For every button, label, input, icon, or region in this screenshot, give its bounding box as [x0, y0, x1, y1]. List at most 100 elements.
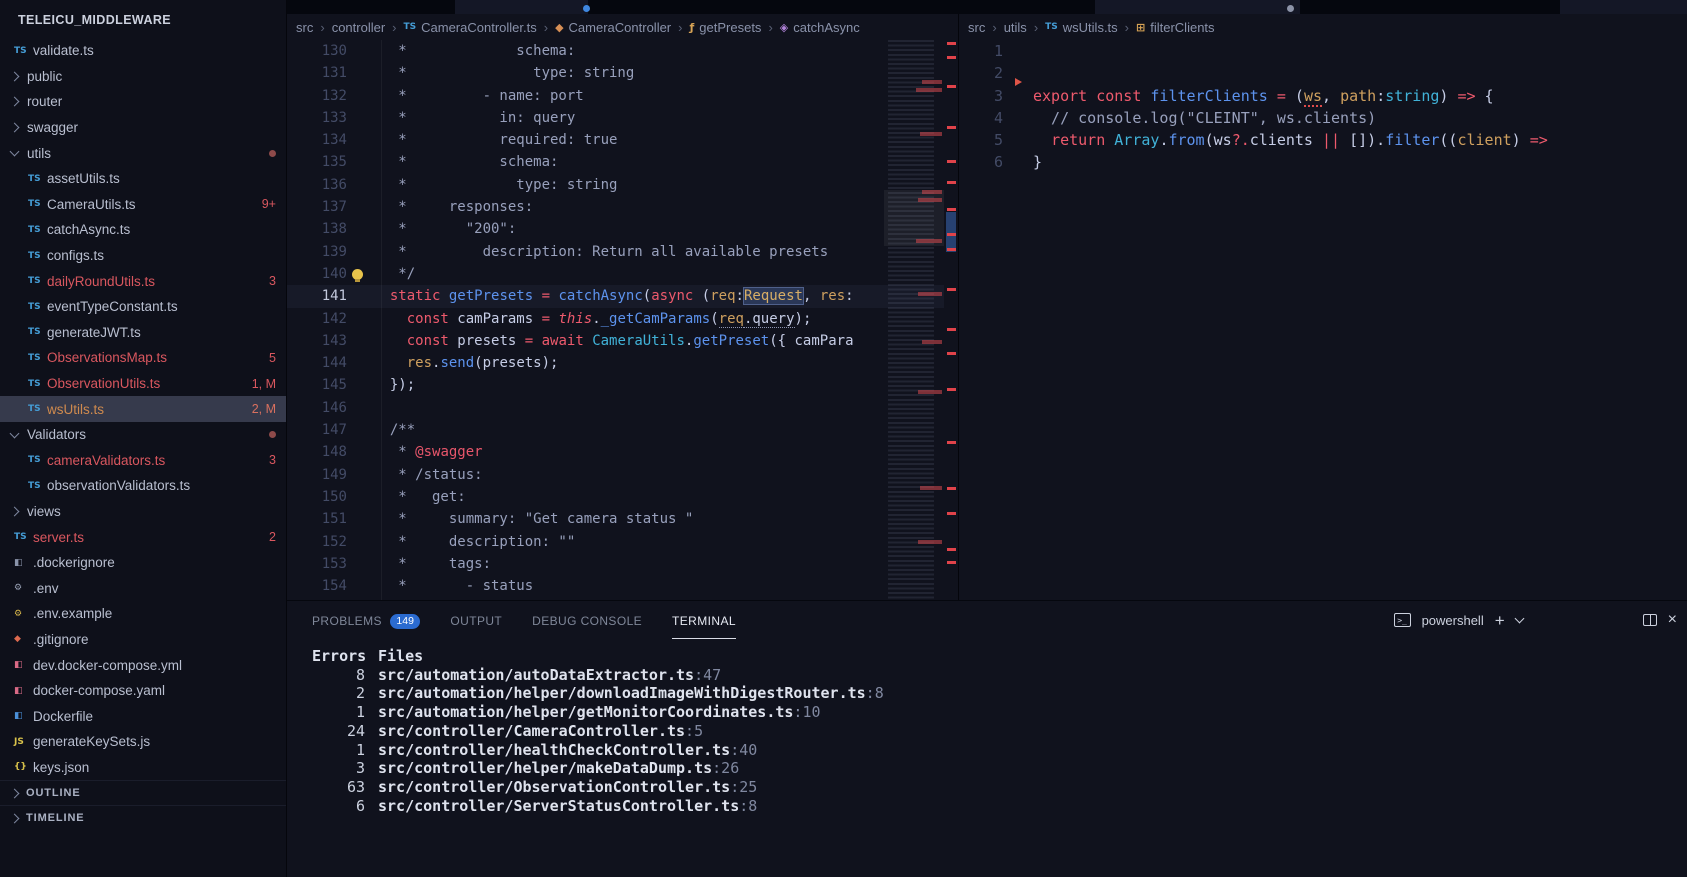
explorer-item-keys-json[interactable]: {}keys.json: [0, 755, 286, 781]
explorer-item-catchasync-ts[interactable]: TScatchAsync.ts: [0, 217, 286, 243]
breadcrumb-item[interactable]: ⊞filterClients: [1136, 20, 1215, 35]
file-link[interactable]: src/controller/healthCheckController.ts:…: [378, 741, 757, 760]
line-number[interactable]: 130: [287, 40, 347, 62]
code-line-145[interactable]: 145 });: [287, 374, 958, 396]
explorer-item-observationvalidators-ts[interactable]: TSobservationValidators.ts: [0, 473, 286, 499]
explorer-item-camerautils-ts[interactable]: TSCameraUtils.ts9+: [0, 192, 286, 218]
code-line-152[interactable]: 152 * description: "": [287, 531, 958, 553]
line-number[interactable]: 150: [287, 486, 347, 508]
panel-tab-problems[interactable]: PROBLEMS149: [312, 601, 420, 639]
breadcrumb-item[interactable]: TSCameraController.ts: [404, 20, 537, 35]
active-tab-partial[interactable]: [1560, 0, 1687, 14]
breadcrumb-item[interactable]: TSwsUtils.ts: [1045, 20, 1118, 35]
breadcrumb-item[interactable]: ◆CameraController: [555, 20, 671, 35]
file-link[interactable]: src/automation/helper/getMonitorCoordina…: [378, 703, 821, 722]
code-line-144[interactable]: 144 res.send(presets);: [287, 352, 958, 374]
explorer-item-eventtypeconstant-ts[interactable]: TSeventTypeConstant.ts: [0, 294, 286, 320]
explorer-item-docker-compose-yaml[interactable]: ◧docker-compose.yaml: [0, 678, 286, 704]
line-number[interactable]: 144: [287, 352, 347, 374]
breadcrumb-item[interactable]: utils: [1004, 20, 1027, 35]
explorer-item-observationsmap-ts[interactable]: TSObservationsMap.ts5: [0, 345, 286, 371]
tab-close-dot[interactable]: [1287, 5, 1294, 12]
line-number[interactable]: 153: [287, 553, 347, 575]
code-line-142[interactable]: 142 const camParams = this._getCamParams…: [287, 308, 958, 330]
explorer-item-dev-docker-compose-yml[interactable]: ◧dev.docker-compose.yml: [0, 652, 286, 678]
lightbulb-icon[interactable]: [352, 269, 363, 280]
code-line-4[interactable]: 4 // console.log("CLEINT", ws.clients): [959, 107, 1687, 129]
panel-tab-output[interactable]: OUTPUT: [450, 601, 502, 639]
line-number[interactable]: 141: [287, 285, 347, 307]
explorer-item-configs-ts[interactable]: TSconfigs.ts: [0, 243, 286, 269]
line-number[interactable]: 137: [287, 196, 347, 218]
line-number[interactable]: 134: [287, 129, 347, 151]
breadcrumb-item[interactable]: src: [296, 20, 313, 35]
code-line-135[interactable]: 135 * schema:: [287, 151, 958, 173]
panel-tab-debug-console[interactable]: DEBUG CONSOLE: [532, 601, 642, 639]
code-line-3[interactable]: 3export const filterClients = (ws, path:…: [959, 85, 1687, 107]
explorer-item--env[interactable]: ⚙.env: [0, 575, 286, 601]
explorer-item-server-ts[interactable]: TSserver.ts2: [0, 524, 286, 550]
close-panel-button[interactable]: ×: [1668, 612, 1677, 628]
minimap[interactable]: [884, 40, 944, 600]
split-terminal-icon[interactable]: [1643, 614, 1657, 626]
line-number[interactable]: 1: [959, 40, 1003, 62]
code-line-1[interactable]: 1: [959, 40, 1687, 62]
line-number[interactable]: 136: [287, 174, 347, 196]
line-number[interactable]: 147: [287, 419, 347, 441]
explorer-item-dailyroundutils-ts[interactable]: TSdailyRoundUtils.ts3: [0, 268, 286, 294]
explorer-item-dockerfile[interactable]: ◧Dockerfile: [0, 703, 286, 729]
code-area[interactable]: 130 * schema:131 * type: string132 * - n…: [287, 40, 958, 600]
code-line-139[interactable]: 139 * description: Return all available …: [287, 241, 958, 263]
line-number[interactable]: 132: [287, 85, 347, 107]
line-number[interactable]: 133: [287, 107, 347, 129]
line-number[interactable]: 145: [287, 374, 347, 396]
file-link[interactable]: src/controller/ServerStatusController.ts…: [378, 797, 757, 816]
shell-dropdown-chevron-icon[interactable]: [1514, 614, 1524, 624]
line-number[interactable]: 138: [287, 218, 347, 240]
line-number[interactable]: 152: [287, 531, 347, 553]
line-number[interactable]: 135: [287, 151, 347, 173]
breadcrumb-item[interactable]: ◈catchAsync: [780, 20, 860, 35]
file-link[interactable]: src/automation/autoDataExtractor.ts:47: [378, 666, 721, 685]
code-line-150[interactable]: 150 * get:: [287, 486, 958, 508]
line-number[interactable]: 6: [959, 151, 1003, 173]
line-number[interactable]: 151: [287, 508, 347, 530]
code-line-154[interactable]: 154 * - status: [287, 575, 958, 597]
explorer-item-public[interactable]: public: [0, 64, 286, 90]
code-line-140[interactable]: 140 */: [287, 263, 958, 285]
code-line-147[interactable]: 147 /**: [287, 419, 958, 441]
explorer-item-generatekeysets-js[interactable]: JSgenerateKeySets.js: [0, 729, 286, 755]
explorer-item-utils[interactable]: utils: [0, 140, 286, 166]
line-number[interactable]: 148: [287, 441, 347, 463]
line-number[interactable]: 139: [287, 241, 347, 263]
code-line-132[interactable]: 132 * - name: port: [287, 85, 958, 107]
explorer-item-generatejwt-ts[interactable]: TSgenerateJWT.ts: [0, 320, 286, 346]
line-number[interactable]: 4: [959, 107, 1003, 129]
code-line-134[interactable]: 134 * required: true: [287, 129, 958, 151]
explorer-item--dockerignore[interactable]: ◧.dockerignore: [0, 550, 286, 576]
code-line-137[interactable]: 137 * responses:: [287, 196, 958, 218]
breadcrumb-item[interactable]: controller: [332, 20, 385, 35]
sidebar-section-outline[interactable]: OUTLINE: [0, 780, 286, 805]
explorer-item-router[interactable]: router: [0, 89, 286, 115]
code-line-5[interactable]: 5 return Array.from(ws?.clients || []).f…: [959, 129, 1687, 151]
file-link[interactable]: src/controller/helper/makeDataDump.ts:26: [378, 759, 739, 778]
terminal-output[interactable]: ErrorsFiles8src/automation/autoDataExtra…: [287, 639, 1687, 815]
code-line-136[interactable]: 136 * type: string: [287, 174, 958, 196]
code-line-146[interactable]: 146: [287, 397, 958, 419]
code-line-153[interactable]: 153 * tags:: [287, 553, 958, 575]
explorer-item-views[interactable]: views: [0, 499, 286, 525]
folded-region-error-icon[interactable]: [1015, 78, 1022, 86]
code-line-149[interactable]: 149 * /status:: [287, 464, 958, 486]
explorer-item-validate-ts[interactable]: TSvalidate.ts: [0, 38, 286, 64]
breadcrumb-item[interactable]: ƒgetPresets: [689, 20, 761, 35]
code-line-141[interactable]: 141 static getPresets = catchAsync(async…: [287, 285, 958, 307]
line-number[interactable]: 3: [959, 85, 1003, 107]
line-number[interactable]: 146: [287, 397, 347, 419]
active-tab-partial[interactable]: [1095, 0, 1300, 14]
line-number[interactable]: 2: [959, 62, 1003, 84]
code-line-148[interactable]: 148 * @swagger: [287, 441, 958, 463]
explorer-item-assetutils-ts[interactable]: TSassetUtils.ts: [0, 166, 286, 192]
file-link[interactable]: src/controller/CameraController.ts:5: [378, 722, 703, 741]
scrollbar-thumb[interactable]: [946, 212, 956, 252]
